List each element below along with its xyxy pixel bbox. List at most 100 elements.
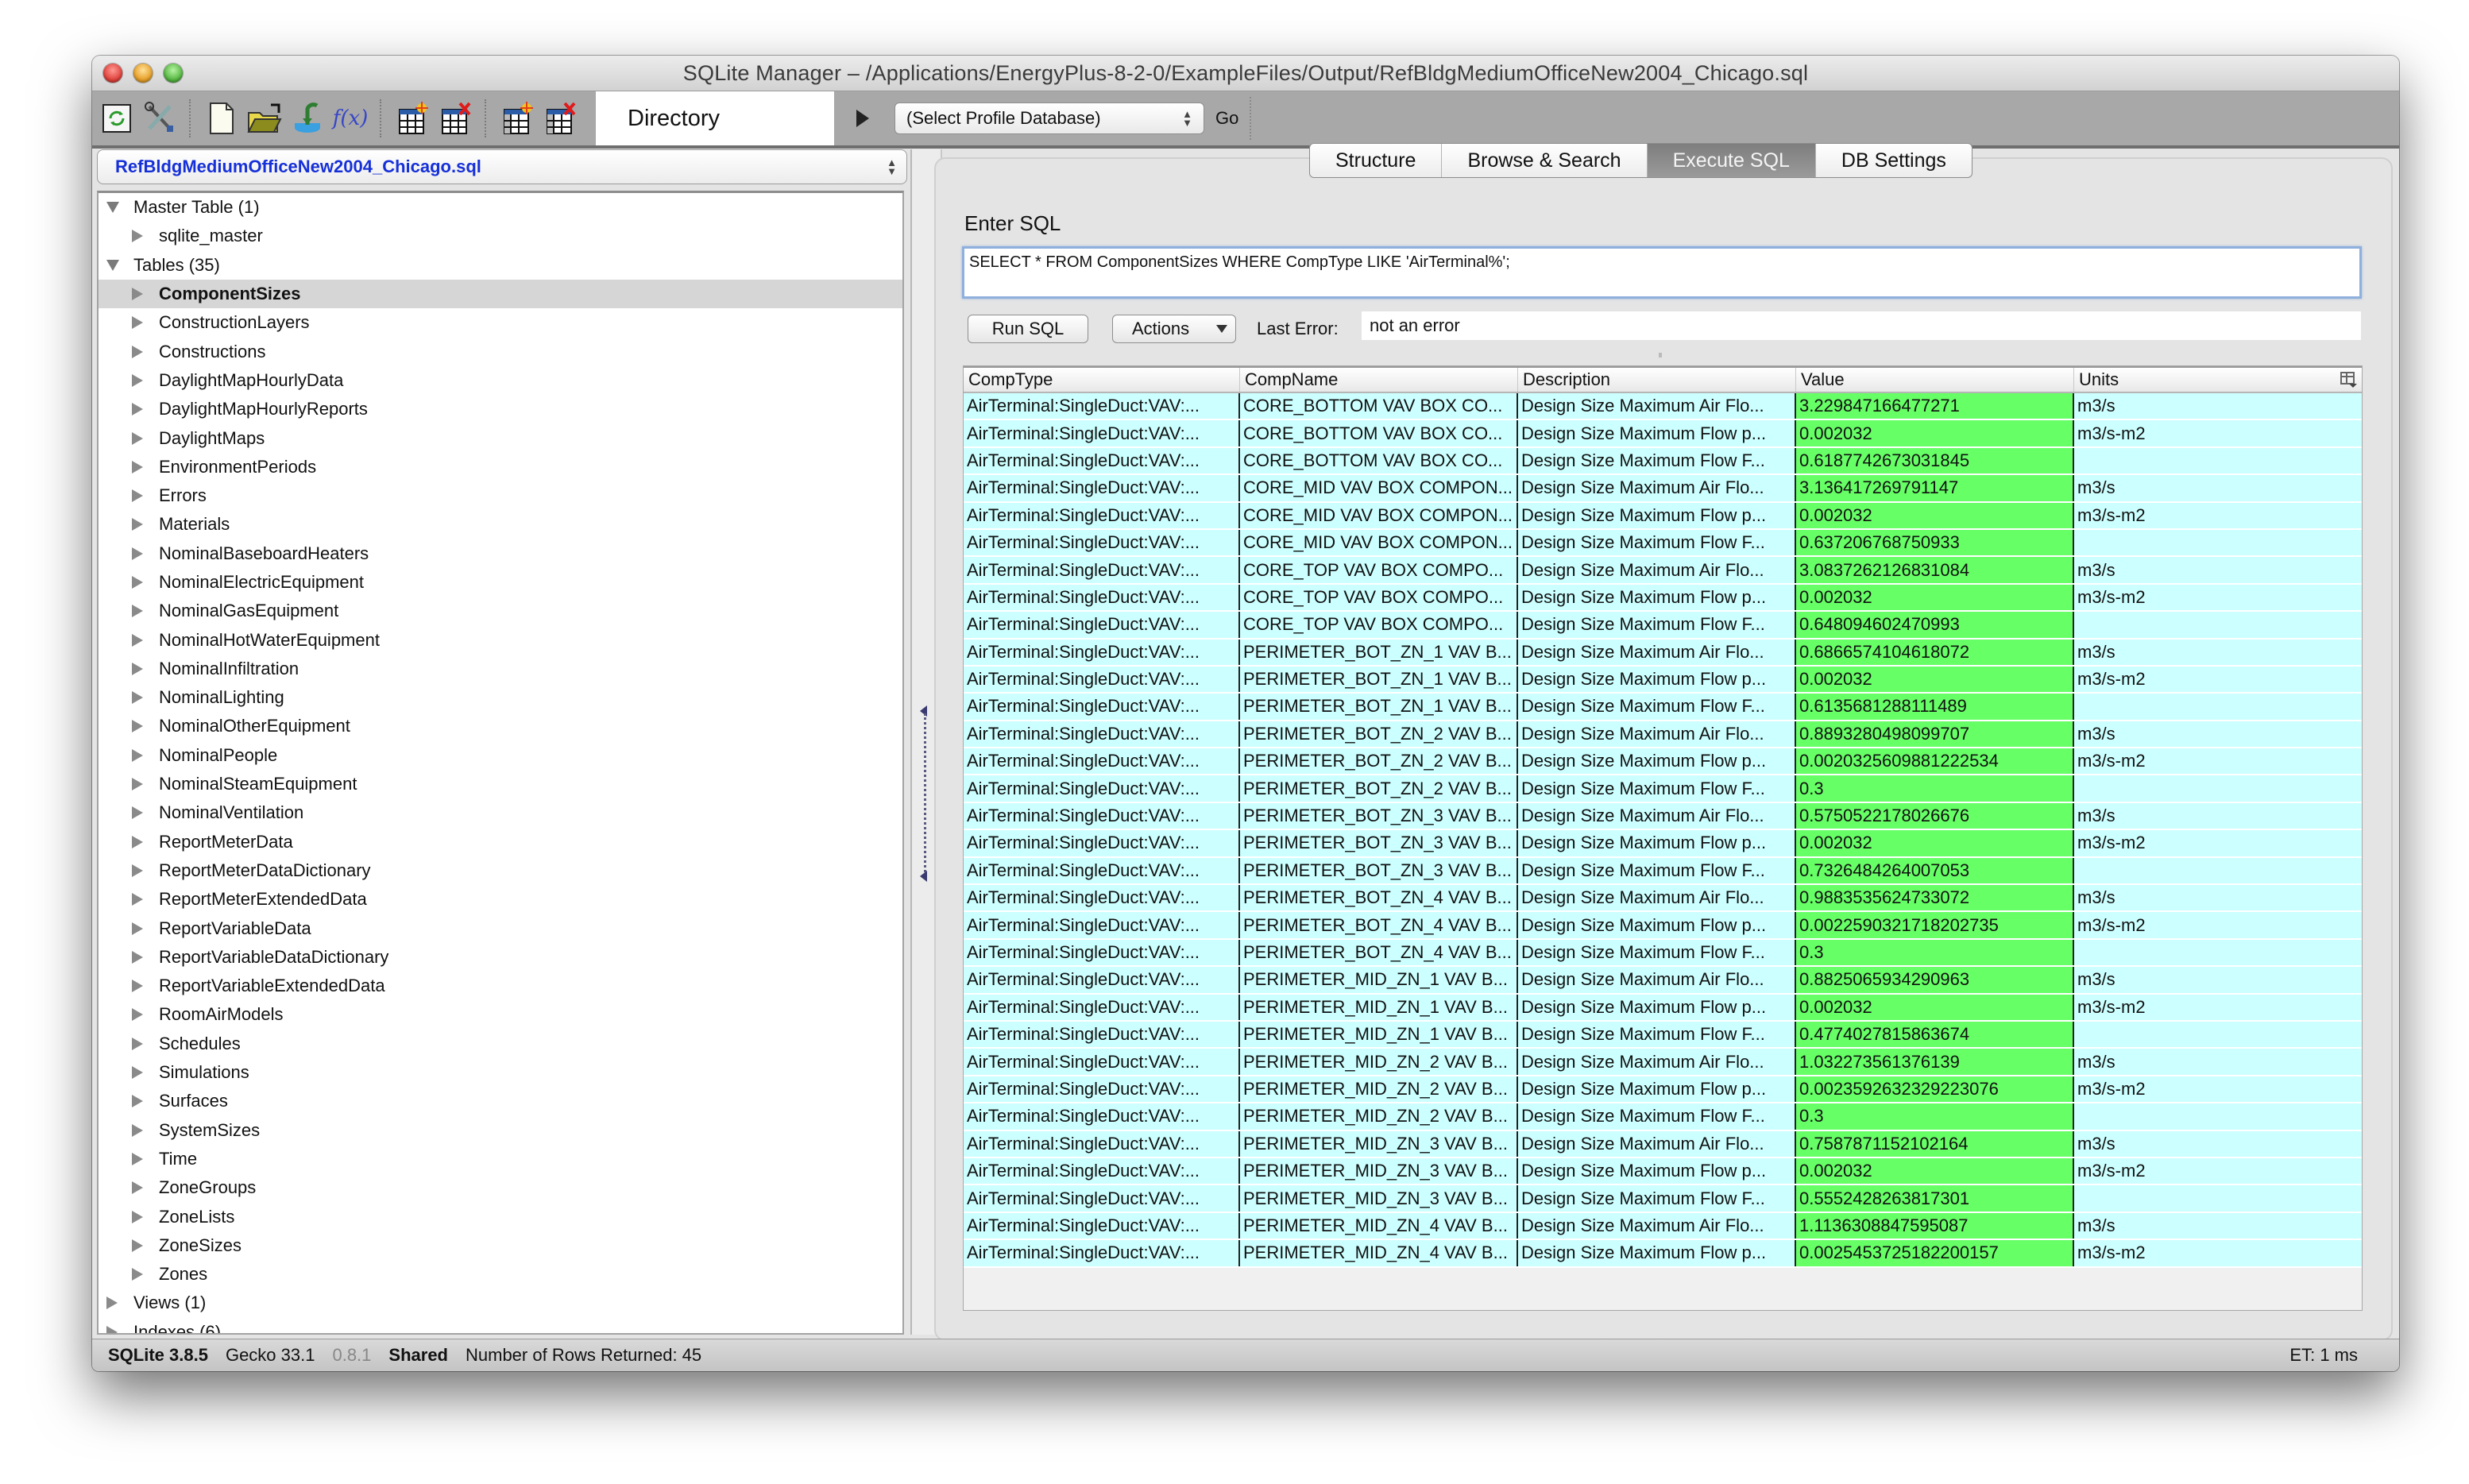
tree-item-table[interactable]: NominalVentilation (99, 798, 902, 827)
table-row[interactable]: AirTerminal:SingleDuct:VAV:... PERIMETER_… (964, 1103, 2362, 1131)
cell-compname[interactable]: CORE_MID VAV BOX COMPON... (1240, 529, 1518, 556)
collapsed-triangle-icon[interactable] (132, 1095, 143, 1108)
collapsed-triangle-icon[interactable] (132, 403, 143, 416)
table-row[interactable]: AirTerminal:SingleDuct:VAV:... PERIMETER_… (964, 666, 2362, 694)
function-icon[interactable]: f(x) (332, 100, 369, 137)
cell-comptype[interactable]: AirTerminal:SingleDuct:VAV:... (964, 639, 1240, 665)
collapsed-triangle-icon[interactable] (132, 345, 143, 358)
table-row[interactable]: AirTerminal:SingleDuct:VAV:... PERIMETER_… (964, 1185, 2362, 1213)
sql-input[interactable]: SELECT * FROM ComponentSizes WHERE CompT… (962, 246, 2362, 299)
table-row[interactable]: AirTerminal:SingleDuct:VAV:... PERIMETER_… (964, 1240, 2362, 1268)
cell-units[interactable]: m3/s-m2 (2074, 830, 2362, 856)
go-button[interactable]: Go (1215, 108, 1238, 129)
column-picker-icon[interactable] (2330, 368, 2362, 392)
cell-compname[interactable]: CORE_MID VAV BOX COMPON... (1240, 502, 1518, 528)
collapsed-triangle-icon[interactable] (132, 288, 143, 301)
table-row[interactable]: AirTerminal:SingleDuct:VAV:... PERIMETER_… (964, 694, 2362, 721)
cell-value[interactable]: 0.8893280498099707 (1796, 721, 2074, 748)
collapsed-triangle-icon[interactable] (132, 1268, 143, 1281)
collapsed-triangle-icon[interactable] (132, 518, 143, 531)
open-database-icon[interactable] (246, 100, 283, 137)
cell-comptype[interactable]: AirTerminal:SingleDuct:VAV:... (964, 857, 1240, 884)
cell-comptype[interactable]: AirTerminal:SingleDuct:VAV:... (964, 529, 1240, 556)
cell-compname[interactable]: PERIMETER_BOT_ZN_4 VAV B... (1240, 939, 1518, 966)
cell-value[interactable]: 0.5750522178026676 (1796, 802, 2074, 829)
column-header-compname[interactable]: CompName (1240, 368, 1518, 392)
collapsed-triangle-icon[interactable] (132, 980, 143, 993)
cell-units[interactable]: m3/s-m2 (2074, 420, 2362, 446)
cell-comptype[interactable]: AirTerminal:SingleDuct:VAV:... (964, 1049, 1240, 1075)
cell-units[interactable]: m3/s (2074, 885, 2362, 911)
cell-units[interactable]: m3/s (2074, 393, 2362, 419)
cell-compname[interactable]: CORE_TOP VAV BOX COMPO... (1240, 612, 1518, 638)
cell-value[interactable]: 0.3 (1796, 939, 2074, 966)
cell-comptype[interactable]: AirTerminal:SingleDuct:VAV:... (964, 912, 1240, 938)
cell-description[interactable]: Design Size Maximum Flow p... (1518, 502, 1796, 528)
cell-units[interactable]: m3/s-m2 (2074, 912, 2362, 938)
cell-value[interactable]: 0.002032 (1796, 1157, 2074, 1184)
tree-item-table[interactable]: ComponentSizes (99, 279, 902, 309)
cell-compname[interactable]: PERIMETER_MID_ZN_1 VAV B... (1240, 967, 1518, 993)
tree-item-table[interactable]: NominalPeople (99, 741, 902, 770)
cell-units[interactable]: m3/s-m2 (2074, 584, 2362, 611)
drop-index-icon[interactable] (542, 100, 578, 137)
table-row[interactable]: AirTerminal:SingleDuct:VAV:... CORE_TOP V… (964, 557, 2362, 585)
cell-comptype[interactable]: AirTerminal:SingleDuct:VAV:... (964, 584, 1240, 611)
collapsed-triangle-icon[interactable] (132, 1152, 143, 1165)
tree-item-table[interactable]: DaylightMapHourlyData (99, 366, 902, 395)
cell-description[interactable]: Design Size Maximum Flow p... (1518, 1240, 1796, 1266)
cell-description[interactable]: Design Size Maximum Flow F... (1518, 857, 1796, 884)
collapsed-triangle-icon[interactable] (132, 576, 143, 589)
cell-description[interactable]: Design Size Maximum Air Flo... (1518, 885, 1796, 911)
column-header-comptype[interactable]: CompType (964, 368, 1240, 392)
cell-value[interactable]: 0.002032 (1796, 994, 2074, 1020)
table-row[interactable]: AirTerminal:SingleDuct:VAV:... CORE_MID V… (964, 475, 2362, 503)
cell-compname[interactable]: CORE_TOP VAV BOX COMPO... (1240, 557, 1518, 583)
cell-comptype[interactable]: AirTerminal:SingleDuct:VAV:... (964, 775, 1240, 802)
cell-value[interactable]: 0.0025453725182200157 (1796, 1240, 2074, 1266)
collapsed-triangle-icon[interactable] (132, 633, 143, 647)
cell-compname[interactable]: PERIMETER_MID_ZN_2 VAV B... (1240, 1103, 1518, 1130)
table-row[interactable]: AirTerminal:SingleDuct:VAV:... CORE_BOTTO… (964, 447, 2362, 476)
cell-value[interactable]: 0.0023592632329223076 (1796, 1076, 2074, 1103)
tree-item-table[interactable]: NominalInfiltration (99, 655, 902, 683)
tree-item-sqlite-master[interactable]: sqlite_master (99, 222, 902, 250)
cell-description[interactable]: Design Size Maximum Air Flo... (1518, 475, 1796, 501)
cell-comptype[interactable]: AirTerminal:SingleDuct:VAV:... (964, 612, 1240, 638)
cell-comptype[interactable]: AirTerminal:SingleDuct:VAV:... (964, 1240, 1240, 1266)
cell-compname[interactable]: PERIMETER_BOT_ZN_3 VAV B... (1240, 857, 1518, 884)
table-row[interactable]: AirTerminal:SingleDuct:VAV:... PERIMETER_… (964, 1076, 2362, 1104)
directory-arrow-icon[interactable] (856, 110, 869, 127)
cell-comptype[interactable]: AirTerminal:SingleDuct:VAV:... (964, 802, 1240, 829)
tree-item-table[interactable]: ZoneLists (99, 1202, 902, 1231)
tree-item-table[interactable]: Time (99, 1145, 902, 1173)
cell-description[interactable]: Design Size Maximum Air Flo... (1518, 639, 1796, 665)
collapsed-triangle-icon[interactable] (132, 806, 143, 820)
column-header-description[interactable]: Description (1518, 368, 1796, 392)
collapsed-triangle-icon[interactable] (132, 547, 143, 560)
cell-units[interactable] (2074, 1103, 2362, 1130)
cell-comptype[interactable]: AirTerminal:SingleDuct:VAV:... (964, 694, 1240, 720)
cell-compname[interactable]: CORE_BOTTOM VAV BOX CO... (1240, 393, 1518, 419)
cell-value[interactable]: 0.4774027815863674 (1796, 1021, 2074, 1048)
cell-comptype[interactable]: AirTerminal:SingleDuct:VAV:... (964, 994, 1240, 1020)
tree-group-master-table[interactable]: Master Table (1) (99, 193, 902, 222)
cell-comptype[interactable]: AirTerminal:SingleDuct:VAV:... (964, 393, 1240, 419)
cell-units[interactable]: m3/s-m2 (2074, 666, 2362, 693)
cell-comptype[interactable]: AirTerminal:SingleDuct:VAV:... (964, 1076, 1240, 1103)
collapsed-triangle-icon[interactable] (132, 1066, 143, 1080)
run-sql-button[interactable]: Run SQL (968, 315, 1088, 343)
cell-description[interactable]: Design Size Maximum Flow p... (1518, 420, 1796, 446)
collapsed-triangle-icon[interactable] (132, 1210, 143, 1223)
cell-units[interactable]: m3/s-m2 (2074, 994, 2362, 1020)
tree-item-table[interactable]: EnvironmentPeriods (99, 453, 902, 481)
collapsed-triangle-icon[interactable] (132, 316, 143, 330)
cell-description[interactable]: Design Size Maximum Flow p... (1518, 912, 1796, 938)
tree-item-table[interactable]: Errors (99, 481, 902, 510)
reconnect-icon[interactable] (99, 100, 135, 137)
table-row[interactable]: AirTerminal:SingleDuct:VAV:... PERIMETER_… (964, 775, 2362, 803)
cell-units[interactable]: m3/s (2074, 802, 2362, 829)
cell-units[interactable] (2074, 612, 2362, 638)
cell-compname[interactable]: PERIMETER_MID_ZN_1 VAV B... (1240, 1021, 1518, 1048)
cell-comptype[interactable]: AirTerminal:SingleDuct:VAV:... (964, 748, 1240, 775)
